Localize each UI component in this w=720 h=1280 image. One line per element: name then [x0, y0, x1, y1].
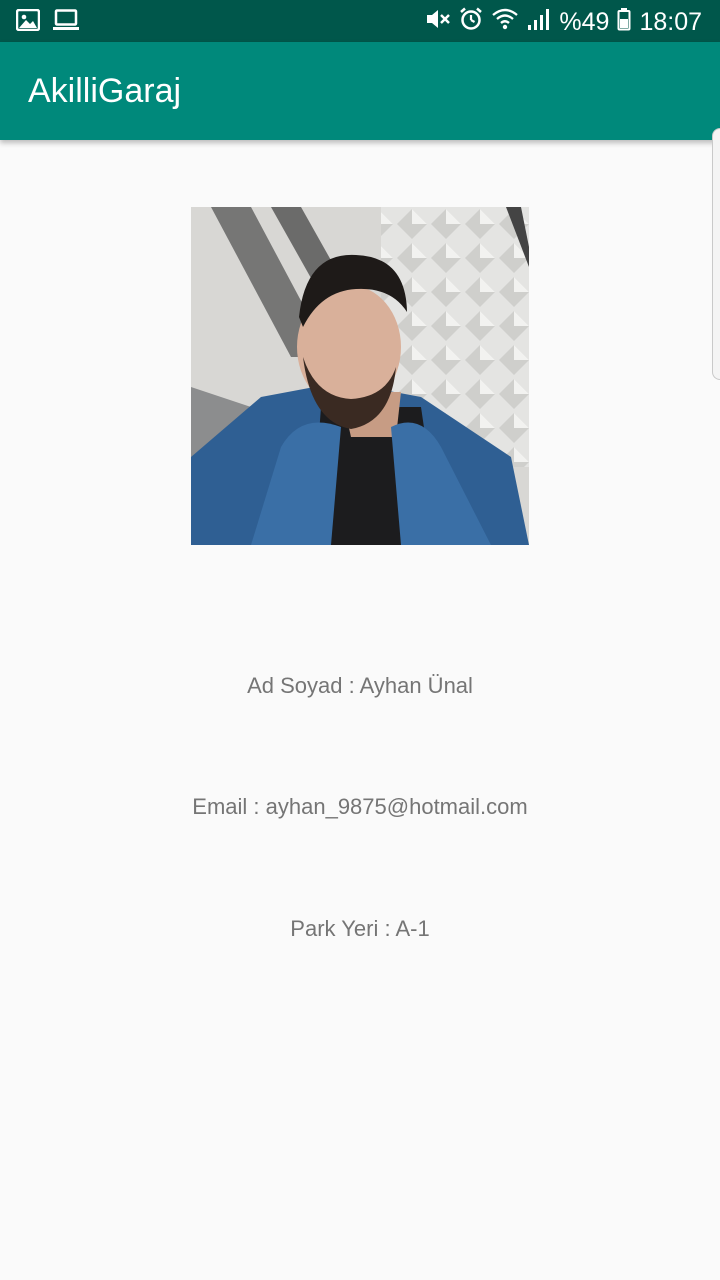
- battery-percent: %49: [559, 7, 610, 36]
- profile-photo: [191, 207, 529, 545]
- image-icon: [15, 8, 41, 36]
- app-bar: AkilliGaraj: [0, 42, 720, 140]
- profile-content: Ad Soyad : Ayhan Ünal Email : ayhan_9875…: [0, 140, 720, 1280]
- signal-icon: [527, 7, 551, 36]
- email-line: Email : ayhan_9875@hotmail.com: [192, 794, 528, 819]
- edge-panel-handle[interactable]: [712, 128, 720, 380]
- status-right-icons: %49 18:07: [425, 7, 702, 36]
- alarm-icon: [459, 7, 483, 36]
- battery-icon: [617, 7, 631, 36]
- parking-line: Park Yeri : A-1: [290, 916, 430, 941]
- laptop-icon: [52, 9, 80, 36]
- name-line: Ad Soyad : Ayhan Ünal: [247, 673, 473, 698]
- status-bar: %49 18:07: [0, 0, 720, 42]
- wifi-icon: [491, 7, 519, 36]
- mute-icon: [425, 7, 451, 36]
- app-title: AkilliGaraj: [28, 72, 182, 110]
- status-left-icons: [15, 8, 80, 36]
- clock: 18:07: [639, 7, 702, 36]
